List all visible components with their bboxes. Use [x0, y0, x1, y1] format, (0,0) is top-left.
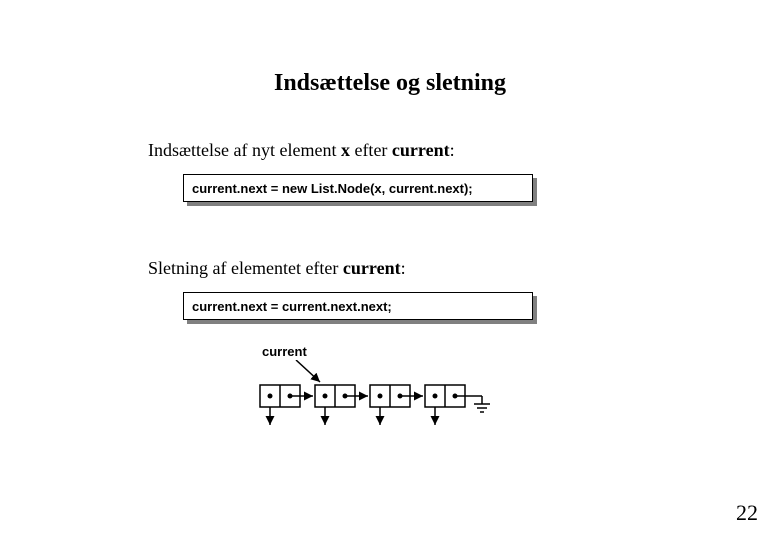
code-box-delete: current.next = current.next.next; — [183, 292, 533, 320]
linked-list-svg — [250, 360, 530, 450]
section-delete-label: Sletning af elementet efter current: — [148, 258, 406, 279]
code-box-insert: current.next = new List.Node(x, current.… — [183, 174, 533, 202]
text: Sletning af elementet efter — [148, 258, 343, 278]
code-line: current.next = current.next.next; — [183, 292, 533, 320]
page-number: 22 — [736, 500, 758, 526]
text: : — [450, 140, 455, 160]
text-bold-current: current — [343, 258, 401, 278]
null-terminator-icon — [474, 404, 490, 412]
section-insert-label: Indsættelse af nyt element x efter curre… — [148, 140, 455, 161]
text: efter — [350, 140, 392, 160]
page-title: Indsættelse og sletning — [0, 70, 780, 97]
text: : — [401, 258, 406, 278]
pointer-label: current — [262, 344, 307, 359]
linked-list-diagram — [250, 360, 530, 450]
text-bold-x: x — [341, 140, 350, 160]
code-line: current.next = new List.Node(x, current.… — [183, 174, 533, 202]
slide: Indsættelse og sletning Indsættelse af n… — [0, 0, 780, 540]
text: Indsættelse af nyt element — [148, 140, 341, 160]
text-bold-current: current — [392, 140, 450, 160]
